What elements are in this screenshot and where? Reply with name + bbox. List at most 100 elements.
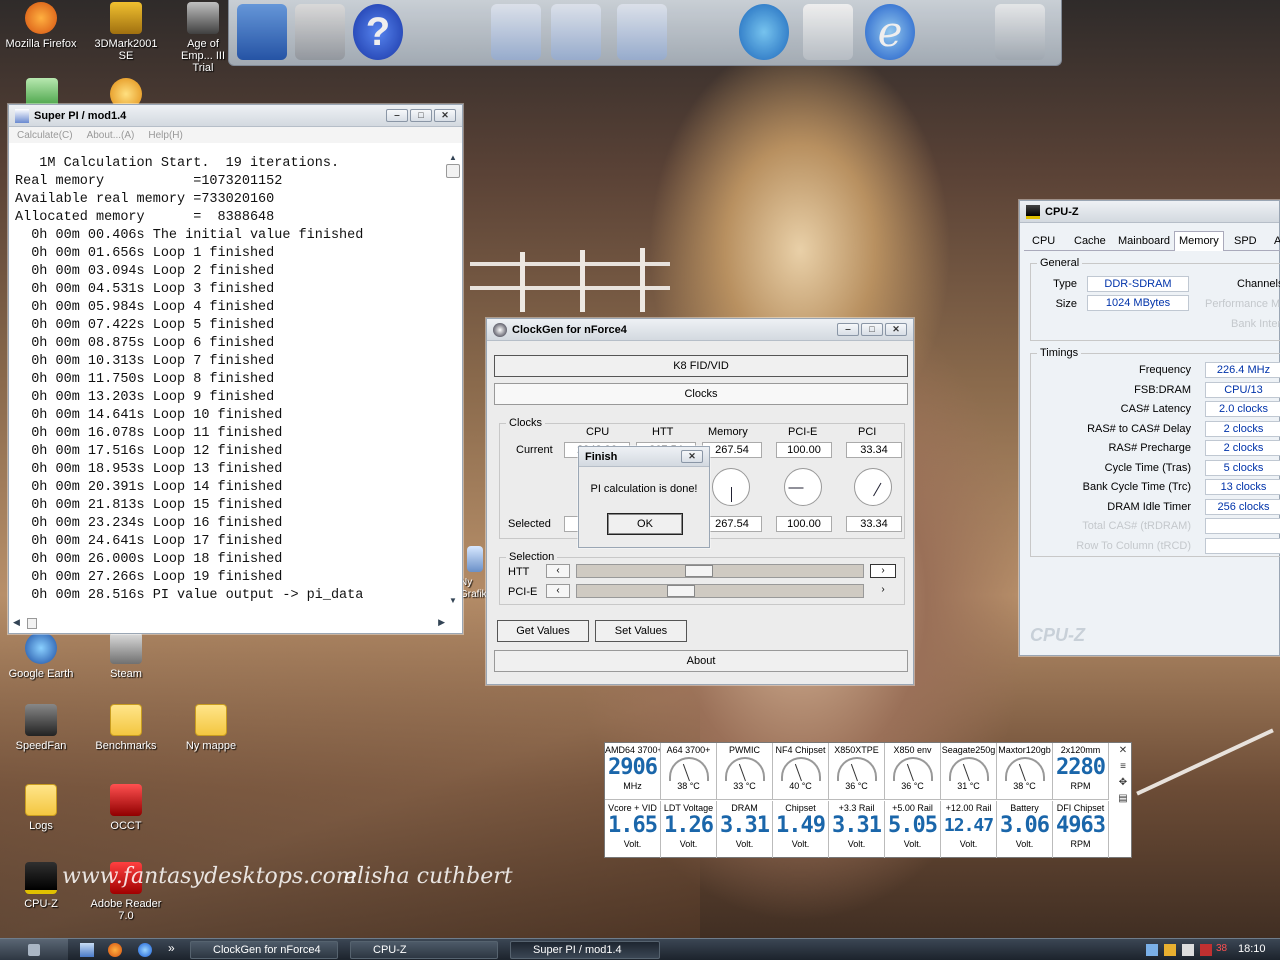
sensor-value: 2280 xyxy=(1056,755,1106,780)
timing-label: RAS# Precharge xyxy=(1108,442,1191,454)
pictures-icon[interactable] xyxy=(551,4,601,60)
pcie-slider-left-arrow[interactable]: ‹ xyxy=(546,584,570,598)
tray-temp-badge[interactable]: 38 xyxy=(1216,943,1227,954)
maximize-button[interactable]: □ xyxy=(861,323,883,336)
tray-network-icon[interactable] xyxy=(1146,944,1158,956)
tab-cpu[interactable]: CPU xyxy=(1032,235,1055,247)
desktop-icon-occt[interactable]: OCCT xyxy=(86,784,166,832)
desktop-icon-ny-mappe[interactable]: Ny mappe xyxy=(171,704,251,752)
media-player-icon[interactable] xyxy=(739,4,789,60)
tray-security-icon[interactable] xyxy=(1200,944,1212,956)
cpuz-titlebar[interactable]: CPU-Z xyxy=(1020,201,1279,223)
desktop-icon-3dmark[interactable]: 3DMark2001 SE xyxy=(86,2,166,62)
mail-icon[interactable] xyxy=(803,4,853,60)
output-line: 0h 00m 14.641s Loop 10 finished xyxy=(15,408,283,423)
output-line: Real memory =1073201152 xyxy=(15,174,283,189)
close-button[interactable]: ✕ xyxy=(885,323,907,336)
pcie-slider-thumb[interactable] xyxy=(667,585,695,597)
tab-memory[interactable]: Memory xyxy=(1174,231,1224,251)
column-header-memory: Memory xyxy=(708,426,748,438)
timing-value: 2 clocks xyxy=(1205,440,1280,456)
menu-help[interactable]: Help(H) xyxy=(148,130,182,141)
sensor-value: 2906 xyxy=(608,755,658,780)
pcie-slider[interactable] xyxy=(576,584,864,598)
scroll-left-arrow[interactable]: ◀ xyxy=(13,617,20,628)
menu-about[interactable]: About...(A) xyxy=(87,130,135,141)
desktop-icon-firefox[interactable]: Mozilla Firefox xyxy=(1,2,81,50)
internet-explorer-icon[interactable]: e xyxy=(865,4,915,60)
clockgen-titlebar[interactable]: ClockGen for nForce4 ‒ □ ✕ xyxy=(487,319,913,341)
sensor-cell: +3.3 Rail 3.31 Volt. xyxy=(829,801,885,858)
tab-cache[interactable]: Cache xyxy=(1074,235,1106,247)
tab-more[interactable]: A xyxy=(1274,235,1280,247)
my-computer-icon[interactable] xyxy=(237,4,287,60)
sensor-unit: RPM xyxy=(1070,839,1091,849)
desktop-icon-speedfan[interactable]: SpeedFan xyxy=(1,704,81,752)
tray-firewall-icon[interactable] xyxy=(1164,944,1176,956)
scroll-up-arrow[interactable]: ▲ xyxy=(446,153,460,162)
taskbar-item-clockgen[interactable]: ClockGen for nForce4 xyxy=(190,941,338,959)
superpi-titlebar[interactable]: Super PI / mod1.4 ‒ □ ✕ xyxy=(9,105,462,127)
clocks-button[interactable]: Clocks xyxy=(494,383,908,405)
scroll-thumb[interactable] xyxy=(446,164,460,178)
quick-launch-overflow-icon[interactable]: » xyxy=(168,941,175,955)
close-button[interactable]: ✕ xyxy=(681,450,703,463)
menu-calculate[interactable]: Calculate(C) xyxy=(17,130,73,141)
timings-group-label: Timings xyxy=(1037,347,1082,359)
music-icon[interactable] xyxy=(617,4,667,60)
gauge-needle xyxy=(962,763,970,782)
documents-icon[interactable] xyxy=(491,4,541,60)
sensor-value: 5.05 xyxy=(888,813,938,838)
sensor-unit: Volt. xyxy=(959,839,978,849)
help-icon[interactable]: ? xyxy=(353,4,403,60)
taskbar-clock[interactable]: 18:10 xyxy=(1238,943,1266,955)
pcie-slider-right-arrow[interactable]: › xyxy=(870,584,896,598)
quick-launch-show-desktop-icon[interactable] xyxy=(80,943,94,957)
quick-launch-ie-icon[interactable] xyxy=(138,943,152,957)
taskbar-item-cpuz[interactable]: CPU-Z xyxy=(350,941,498,959)
output-line: 0h 00m 03.094s Loop 2 finished xyxy=(15,264,275,279)
horizontal-scrollbar[interactable]: ◀ ▶ xyxy=(9,615,447,631)
tray-volume-icon[interactable] xyxy=(1182,944,1194,956)
control-panel-icon[interactable] xyxy=(295,4,345,60)
tab-spd[interactable]: SPD xyxy=(1234,235,1257,247)
htt-slider-right-arrow[interactable]: › xyxy=(870,564,896,578)
recycle-bin-icon[interactable] xyxy=(995,4,1045,60)
current-pcie-field: 100.00 xyxy=(776,442,832,458)
scroll-right-arrow[interactable]: ▶ xyxy=(438,617,445,628)
desktop-icon-steam[interactable]: Steam xyxy=(86,632,166,680)
temperature-gauge xyxy=(1004,757,1045,782)
ok-button[interactable]: OK xyxy=(607,513,683,535)
temperature-gauge xyxy=(892,757,933,782)
close-button[interactable]: ✕ xyxy=(434,109,456,122)
scroll-down-arrow[interactable]: ▼ xyxy=(446,596,460,605)
output-line: 0h 00m 01.656s Loop 1 finished xyxy=(15,246,275,261)
current-pci-field: 33.34 xyxy=(846,442,902,458)
output-line: 0h 00m 23.234s Loop 16 finished xyxy=(15,516,283,531)
get-values-button[interactable]: Get Values xyxy=(497,620,589,642)
set-values-button[interactable]: Set Values xyxy=(595,620,687,642)
superpi-title: Super PI / mod1.4 xyxy=(34,109,127,122)
about-button[interactable]: About xyxy=(494,650,908,672)
desktop-icon-google-earth[interactable]: Google Earth xyxy=(1,632,81,680)
minimize-button[interactable]: ‒ xyxy=(837,323,859,336)
hscroll-thumb[interactable] xyxy=(27,618,37,629)
htt-slider-left-arrow[interactable]: ‹ xyxy=(546,564,570,578)
tab-mainboard[interactable]: Mainboard xyxy=(1118,235,1170,247)
wallpaper-site-watermark: www.fantasydesktops.com xyxy=(62,864,357,889)
start-button[interactable] xyxy=(0,939,68,960)
k8-fid-vid-button[interactable]: K8 FID/VID xyxy=(494,355,908,377)
maximize-button[interactable]: □ xyxy=(410,109,432,122)
desktop-icon-benchmarks[interactable]: Benchmarks xyxy=(86,704,166,752)
htt-slider[interactable] xyxy=(576,564,864,578)
sensor-panel-controls[interactable]: ✕ ≡ ✥ ▤ xyxy=(1115,743,1131,857)
vertical-scrollbar[interactable]: ▲ ▼ xyxy=(446,153,460,605)
quick-launch-firefox-icon[interactable] xyxy=(108,943,122,957)
htt-slider-thumb[interactable] xyxy=(685,565,713,577)
desktop-icon-logs[interactable]: Logs xyxy=(1,784,81,832)
finish-dialog-titlebar[interactable]: Finish ✕ xyxy=(579,447,709,467)
taskbar-item-superpi[interactable]: Super PI / mod1.4 xyxy=(510,941,660,959)
desktop-icon-aoe[interactable]: Age of Emp... III Trial xyxy=(170,2,236,74)
sensor-unit: 38 °C xyxy=(1013,781,1036,791)
minimize-button[interactable]: ‒ xyxy=(386,109,408,122)
